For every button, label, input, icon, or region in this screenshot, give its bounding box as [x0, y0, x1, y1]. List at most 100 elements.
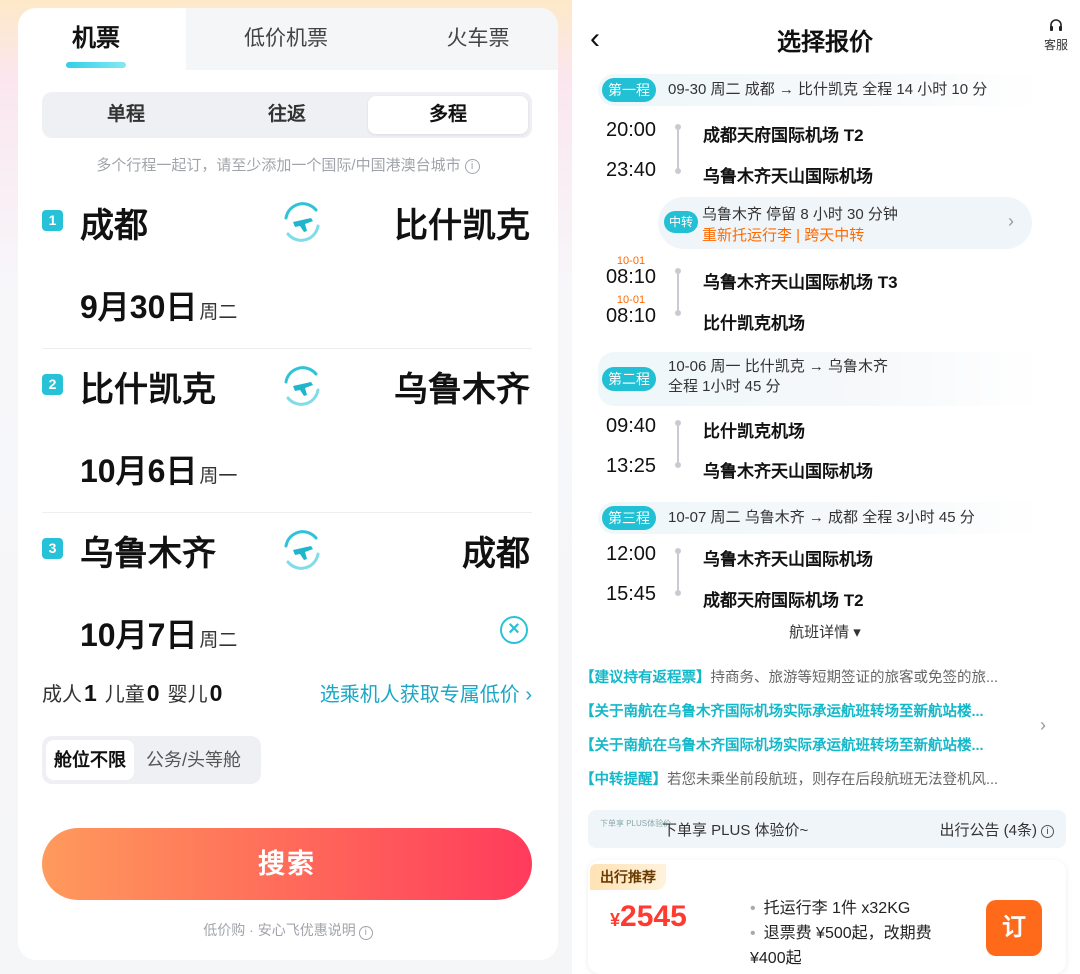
trip-type-roundtrip[interactable]: 往返 [207, 96, 367, 134]
notice-item: 【关于南航在乌鲁木齐国际机场实际承运航班转场至新航站楼... [580, 734, 1030, 755]
flight-time: 12:00 [605, 543, 657, 565]
trip-type-oneway[interactable]: 单程 [46, 96, 206, 134]
leg-divider [42, 512, 532, 513]
book-button[interactable]: 订 [986, 900, 1042, 956]
tab-flights[interactable]: 机票 [36, 8, 156, 70]
notice-item: 【关于南航在乌鲁木齐国际机场实际承运航班转场至新航站楼... [580, 700, 1030, 721]
segment-badge: 第一程 [602, 78, 656, 102]
airport-name: 乌鲁木齐天山国际机场 [703, 550, 873, 569]
flight-search-card: 机票 低价机票 火车票 单程 往返 多程 多个行程一起订，请至少添加一个国际/中… [18, 8, 558, 960]
flight-time: 09:40 [605, 415, 657, 437]
chevron-right-icon: › [1008, 211, 1014, 231]
child-label: 儿童 [104, 684, 145, 706]
timeline-line [677, 128, 679, 172]
departure-city[interactable]: 比什凯克 [80, 362, 216, 411]
departure-date[interactable]: 10月6日 周一 [80, 446, 237, 492]
airport-name: 比什凯克机场 [703, 314, 805, 333]
cabin-any[interactable]: 舱位不限 [46, 740, 134, 780]
arrival-city[interactable]: 成都 [462, 526, 530, 575]
travel-announcement[interactable]: 出行公告 (4条) i [939, 819, 1054, 840]
refund-info: • 退票费 ¥500起，改期费 [750, 925, 932, 942]
swap-cities-icon[interactable] [276, 524, 328, 576]
airport-name: 乌鲁木齐天山国际机场 [703, 167, 873, 186]
price-value: 2545 [620, 900, 687, 933]
notice-text: 持商务、旅游等短期签证的旅客或免签的旅... [710, 670, 999, 686]
timeline-dot [675, 168, 681, 174]
footnote-text: 低价购 · 安心飞优惠说明 [203, 922, 356, 938]
remove-leg-icon[interactable]: × [500, 616, 528, 644]
info-icon[interactable]: i [464, 159, 480, 174]
weekday: 周一 [199, 466, 238, 487]
transfer-notes: 重新托运行李 | 跨天中转 [702, 227, 865, 244]
date-text: 9月30日 [80, 289, 198, 325]
baggage-text: 托运行李 1件 x32KG [763, 900, 911, 917]
segment-badge: 第三程 [602, 506, 656, 530]
plus-promo-bar[interactable]: 下单享 PLUS体验价 下单享 PLUS 体验价~ 出行公告 (4条) i [588, 810, 1066, 848]
refund-text: 退票费 ¥500起，改期费 [763, 925, 932, 942]
change-fee-info: ¥400起 [750, 946, 932, 971]
arrival-city[interactable]: 乌鲁木齐 [394, 362, 530, 411]
tab-train-tickets[interactable]: 火车票 [418, 8, 538, 70]
product-tabs: 机票 低价机票 火车票 [18, 8, 558, 70]
departure-city[interactable]: 成都 [80, 198, 148, 247]
child-count: 0 [146, 680, 160, 706]
transfer-stay: 乌鲁木齐 停留 8 小时 30 分钟 [702, 206, 898, 223]
customer-service-button[interactable]: 客服 [1036, 18, 1076, 53]
offer-price: ¥2545 [610, 900, 687, 934]
page-title: 选择报价 [777, 29, 873, 56]
change-fee-text: ¥400起 [750, 950, 802, 967]
adult-label: 成人 [42, 684, 82, 706]
flight-detail-toggle[interactable]: 航班详情 ▾ [690, 621, 960, 642]
cabin-business-first[interactable]: 公务/头等舱 [138, 740, 249, 780]
passenger-counts[interactable]: 成人1 儿童0 婴儿0 [42, 678, 230, 707]
notice-item: 【建议持有返程票】持商务、旅游等短期签证的旅客或免签的旅... [580, 666, 1030, 687]
select-passenger-link[interactable]: 选乘机人获取专属低价 › [320, 678, 532, 707]
back-icon[interactable]: ‹ [590, 22, 600, 56]
flight-time: 08:10 [605, 305, 657, 327]
weekday: 周二 [199, 630, 238, 651]
airport-name: 乌鲁木齐天山国际机场 T3 [703, 273, 898, 292]
multicity-hint: 多个行程一起订，请至少添加一个国际/中国港澳台城市 i [18, 154, 558, 175]
flight-time: 23:40 [605, 159, 657, 181]
segment-header-3: 第三程 10-07 周二 乌鲁木齐 → 成都 全程 3小时 45 分 [598, 502, 1042, 534]
tab-cheap-flights[interactable]: 低价机票 [226, 8, 346, 70]
departure-date[interactable]: 10月7日 周二 [80, 610, 237, 656]
transfer-badge: 中转 [664, 211, 699, 233]
date-text: 10月7日 [80, 617, 198, 653]
chevron-right-icon[interactable]: › [1040, 715, 1046, 736]
currency-symbol: ¥ [610, 910, 621, 930]
weekday: 周二 [199, 302, 238, 323]
airport-name: 比什凯克机场 [703, 422, 805, 441]
segment-badge: 第二程 [602, 367, 656, 391]
leg-divider [42, 348, 532, 349]
offer-card[interactable]: 出行推荐 ¥2545 • 托运行李 1件 x32KG • 退票费 ¥500起，改期费… [588, 860, 1066, 974]
search-button[interactable]: 搜索 [42, 828, 532, 900]
notice-tag: 【关于南航在乌鲁木齐国际机场实际承运航班转场至新航站楼... [580, 704, 984, 720]
offer-details: • 托运行李 1件 x32KG • 退票费 ¥500起，改期费 ¥400起 [750, 896, 932, 971]
transfer-info[interactable]: 中转 乌鲁木齐 停留 8 小时 30 分钟 重新托运行李 | 跨天中转 › [658, 197, 1032, 249]
departure-date[interactable]: 9月30日 周二 [80, 282, 237, 328]
plus-logo: 下单享 PLUS体验价 [600, 819, 672, 828]
infant-count: 0 [209, 680, 223, 706]
airport-name: 成都天府国际机场 T2 [703, 126, 864, 145]
info-icon: i [358, 926, 373, 940]
swap-cities-icon[interactable] [276, 360, 328, 412]
departure-city[interactable]: 乌鲁木齐 [80, 526, 216, 575]
arrival-city[interactable]: 比什凯克 [394, 198, 530, 247]
discount-footnote[interactable]: 低价购 · 安心飞优惠说明 i [18, 920, 558, 940]
offer-tag: 出行推荐 [590, 864, 666, 890]
segment-duration: 全程 1小时 45 分 [668, 378, 781, 395]
swap-cities-icon[interactable] [276, 196, 328, 248]
leg-number: 2 [42, 374, 63, 395]
trip-type-multicity[interactable]: 多程 [368, 96, 528, 134]
plus-text: 下单享 PLUS 体验价~ [662, 822, 809, 839]
hint-text: 多个行程一起订，请至少添加一个国际/中国港澳台城市 [96, 157, 461, 174]
notice-tag: 【建议持有返程票】 [580, 670, 711, 686]
notice-text: 若您未乘坐前段航班，则存在后段航班无法登机风... [667, 772, 999, 788]
timeline-line [677, 424, 679, 464]
adult-count: 1 [84, 680, 97, 706]
timeline-line [677, 552, 679, 592]
infant-label: 婴儿 [167, 684, 208, 706]
info-icon: i [1041, 825, 1054, 838]
tab-underline [66, 62, 126, 68]
